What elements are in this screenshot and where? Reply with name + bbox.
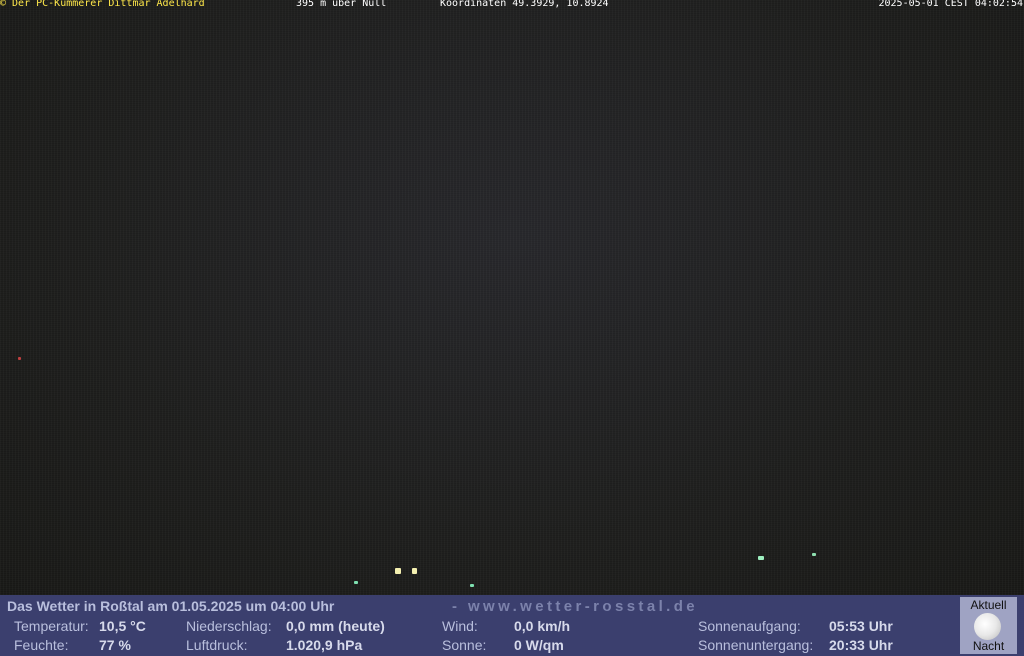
moon-status: Nacht [972,639,1005,653]
altitude-text: 395 m über Null [296,0,387,9]
sunrise-label: Sonnenaufgang: [698,618,801,634]
red-light [18,357,21,360]
humidity-value: 77 % [99,637,131,653]
overlay-bar: © Der PC-Kümmerer Dittmar Adelhard 395 m… [0,0,1024,10]
humidity-label: Feuchte: [14,637,69,653]
green-light [470,584,474,587]
weather-title: Das Wetter in Roßtal am 01.05.2025 um 04… [7,598,335,614]
temperature-label: Temperatur: [14,618,89,634]
coordinates-text: Koordinaten 49.3929, 10.8924 [440,0,609,9]
precipitation-value: 0,0 mm (heute) [286,618,385,634]
owner-text: © Der PC-Kümmerer Dittmar Adelhard [0,0,205,9]
temperature-value: 10,5 °C [99,618,146,634]
wind-value: 0,0 km/h [514,618,571,634]
precipitation-label: Niederschlag: [186,618,272,634]
sun-label: Sonne: [442,637,487,653]
moon-header: Aktuell [970,598,1007,612]
green-light [812,553,816,556]
full-moon-icon [974,613,1001,640]
pressure-value: 1.020,9 hPa [286,637,363,653]
sun-value: 0 W/qm [514,637,564,653]
sunrise-value: 05:53 Uhr [829,618,893,634]
street-light [395,568,401,574]
wind-label: Wind: [442,618,478,634]
webcam-image [0,0,1024,595]
street-light [412,568,417,574]
sunset-label: Sonnenuntergang: [698,637,814,653]
timestamp-text: 2025-05-01 CEST 04:02:54 [878,0,1024,9]
moon-phase-box: Aktuell Nacht [960,597,1017,654]
weather-panel: Das Wetter in Roßtal am 01.05.2025 um 04… [0,595,1024,656]
pressure-label: Luftdruck: [186,637,248,653]
green-light [354,581,358,584]
website-link[interactable]: - www.wetter-rosstal.de [452,598,698,615]
sunset-value: 20:33 Uhr [829,637,893,653]
green-light [758,556,764,560]
